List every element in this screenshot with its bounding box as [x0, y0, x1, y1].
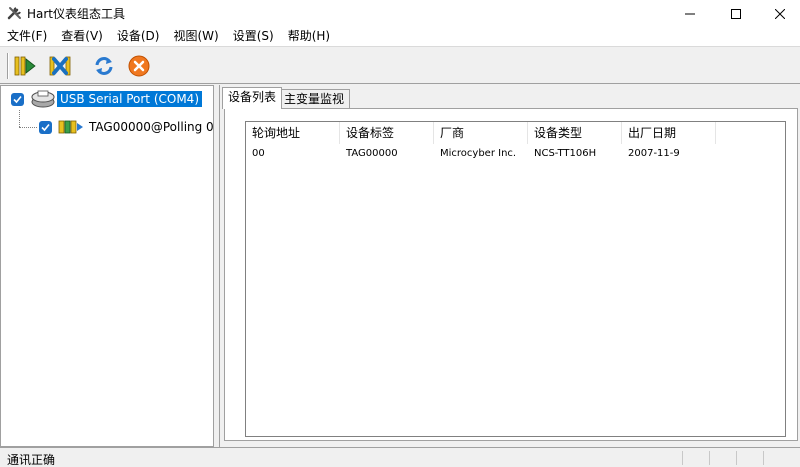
- serial-port-icon: [31, 90, 55, 108]
- status-divider: [682, 451, 683, 465]
- table-row[interactable]: 00 TAG00000 Microcyber Inc. NCS-TT106H 2…: [246, 145, 716, 162]
- menu-view[interactable]: 查看(V): [54, 27, 110, 46]
- tree-connector: [19, 110, 20, 127]
- refresh-button[interactable]: [91, 53, 117, 79]
- disconnect-button[interactable]: [47, 53, 73, 79]
- menu-help[interactable]: 帮助(H): [281, 27, 337, 46]
- connect-button[interactable]: [12, 53, 38, 79]
- toolbar: [0, 46, 800, 84]
- device-checkbox[interactable]: [39, 120, 52, 134]
- device-list[interactable]: 轮询地址 设备标签 厂商 设备类型 出厂日期 00 TAG00000 Micro…: [245, 121, 786, 437]
- status-divider: [736, 451, 737, 465]
- device-label: TAG00000@Polling 0: [89, 120, 214, 134]
- maximize-icon: [731, 8, 741, 19]
- menu-bar: 文件(F) 查看(V) 设备(D) 视图(W) 设置(S) 帮助(H): [0, 27, 800, 46]
- disconnect-icon: [49, 56, 71, 76]
- status-divider: [709, 451, 710, 465]
- close-button[interactable]: [759, 0, 800, 27]
- checkmark-icon: [41, 123, 50, 131]
- status-divider: [763, 451, 764, 465]
- column-header-date[interactable]: 出厂日期: [622, 122, 716, 144]
- close-icon: [774, 8, 785, 19]
- tree-connector: [19, 127, 37, 128]
- status-text: 通讯正确: [7, 453, 56, 467]
- refresh-icon: [95, 57, 113, 75]
- stop-icon: [128, 55, 150, 77]
- status-bar: 通讯正确: [0, 447, 800, 467]
- minimize-button[interactable]: [667, 0, 713, 27]
- menu-settings[interactable]: 设置(S): [226, 27, 281, 46]
- hart-device-icon: [58, 120, 83, 134]
- title-bar: Hart仪表组态工具: [0, 0, 800, 27]
- tab-panel: 轮询地址 设备标签 厂商 设备类型 出厂日期 00 TAG00000 Micro…: [224, 108, 798, 441]
- toolbar-grip: [7, 53, 9, 79]
- connect-icon: [14, 56, 36, 76]
- checkmark-icon: [13, 95, 22, 103]
- device-tree[interactable]: USB Serial Port (COM4) TAG00000@Polling …: [0, 85, 214, 447]
- cell-tag: TAG00000: [346, 148, 398, 159]
- port-checkbox[interactable]: [11, 92, 24, 106]
- cell-date: 2007-11-9: [628, 148, 680, 159]
- column-header-tag[interactable]: 设备标签: [340, 122, 434, 144]
- menu-file[interactable]: 文件(F): [0, 27, 54, 46]
- wrench-screwdriver-icon: [7, 7, 21, 20]
- tab-pv-monitor[interactable]: 主变量监视: [278, 89, 351, 109]
- port-label: USB Serial Port (COM4): [57, 91, 202, 107]
- cell-manufacturer: Microcyber Inc.: [440, 148, 517, 159]
- list-header: 轮询地址 设备标签 厂商 设备类型 出厂日期: [246, 122, 716, 144]
- tree-item-device[interactable]: TAG00000@Polling 0: [39, 118, 217, 136]
- maximize-button[interactable]: [713, 0, 759, 27]
- minimize-icon: [685, 13, 695, 14]
- window-title: Hart仪表组态工具: [27, 7, 126, 21]
- column-header-manufacturer[interactable]: 厂商: [434, 122, 528, 144]
- stop-button[interactable]: [126, 53, 152, 79]
- tab-device-list[interactable]: 设备列表: [222, 87, 283, 109]
- cell-address: 00: [252, 148, 265, 159]
- menu-device[interactable]: 设备(D): [110, 27, 167, 46]
- column-header-device-type[interactable]: 设备类型: [528, 122, 622, 144]
- menu-window[interactable]: 视图(W): [166, 27, 225, 46]
- main-panel: 设备列表 主变量监视 轮询地址 设备标签 厂商 设备类型 出厂日期 00 TAG…: [219, 85, 800, 447]
- cell-device-type: NCS-TT106H: [534, 148, 597, 159]
- column-header-address[interactable]: 轮询地址: [246, 122, 340, 144]
- tree-item-port[interactable]: USB Serial Port (COM4): [11, 90, 202, 108]
